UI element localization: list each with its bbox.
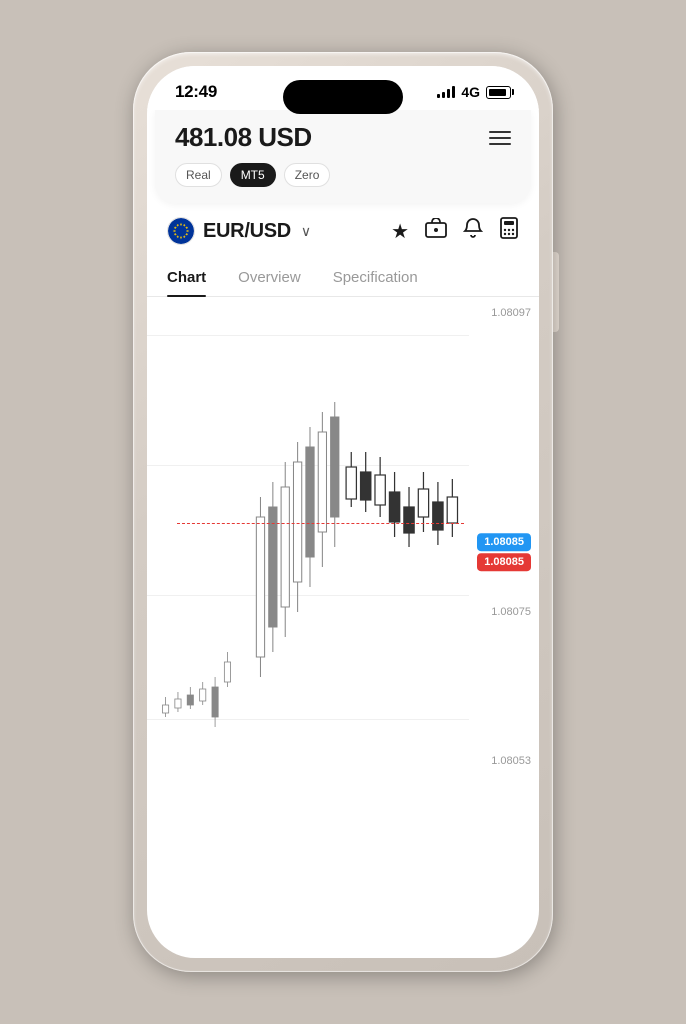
status-time: 12:49 [175,82,217,102]
currency-flag [167,217,195,245]
account-tags: Real MT5 Zero [175,163,511,187]
price-label-4: 1.08053 [491,755,531,767]
chart-area: 1.08097 1.08085 1.08075 1.08053 1.08085 … [147,297,539,777]
phone-screen: 12:49 4G 481.08 USD [147,66,539,958]
price-label-3: 1.08075 [491,606,531,618]
balance-display: 481.08 USD [175,122,312,153]
current-price-line [177,523,464,524]
price-label-1: 1.08097 [491,307,531,319]
alerts-button[interactable] [463,217,483,245]
tab-bar: Chart Overview Specification [147,259,539,297]
positions-button[interactable] [425,218,447,244]
pair-selector[interactable]: EUR/USD ∨ [167,217,311,245]
bid-price-badge: 1.08085 [477,533,531,551]
network-label: 4G [461,84,480,100]
status-right: 4G [437,84,511,100]
menu-button[interactable] [489,131,511,145]
tab-chart[interactable]: Chart [167,259,206,296]
tag-real[interactable]: Real [175,163,222,187]
tab-overview[interactable]: Overview [238,259,301,296]
calculator-button[interactable] [499,217,519,245]
pair-header: EUR/USD ∨ ★ [147,203,539,259]
phone-frame: 12:49 4G 481.08 USD [133,52,553,972]
pair-name: EUR/USD [203,220,291,243]
tag-mt5[interactable]: MT5 [230,163,276,187]
price-badges: 1.08085 1.08085 [477,533,531,571]
header-top: 481.08 USD [175,122,511,153]
app-header: 481.08 USD Real MT5 Zero [155,110,531,203]
pair-actions: ★ [391,217,519,245]
favorite-button[interactable]: ★ [391,219,409,244]
signal-icon [437,86,455,98]
battery-icon [486,86,511,99]
ask-price-badge: 1.08085 [477,553,531,571]
tab-specification[interactable]: Specification [333,259,418,296]
chevron-down-icon: ∨ [301,223,311,240]
tag-zero[interactable]: Zero [284,163,331,187]
dynamic-island [283,80,403,114]
